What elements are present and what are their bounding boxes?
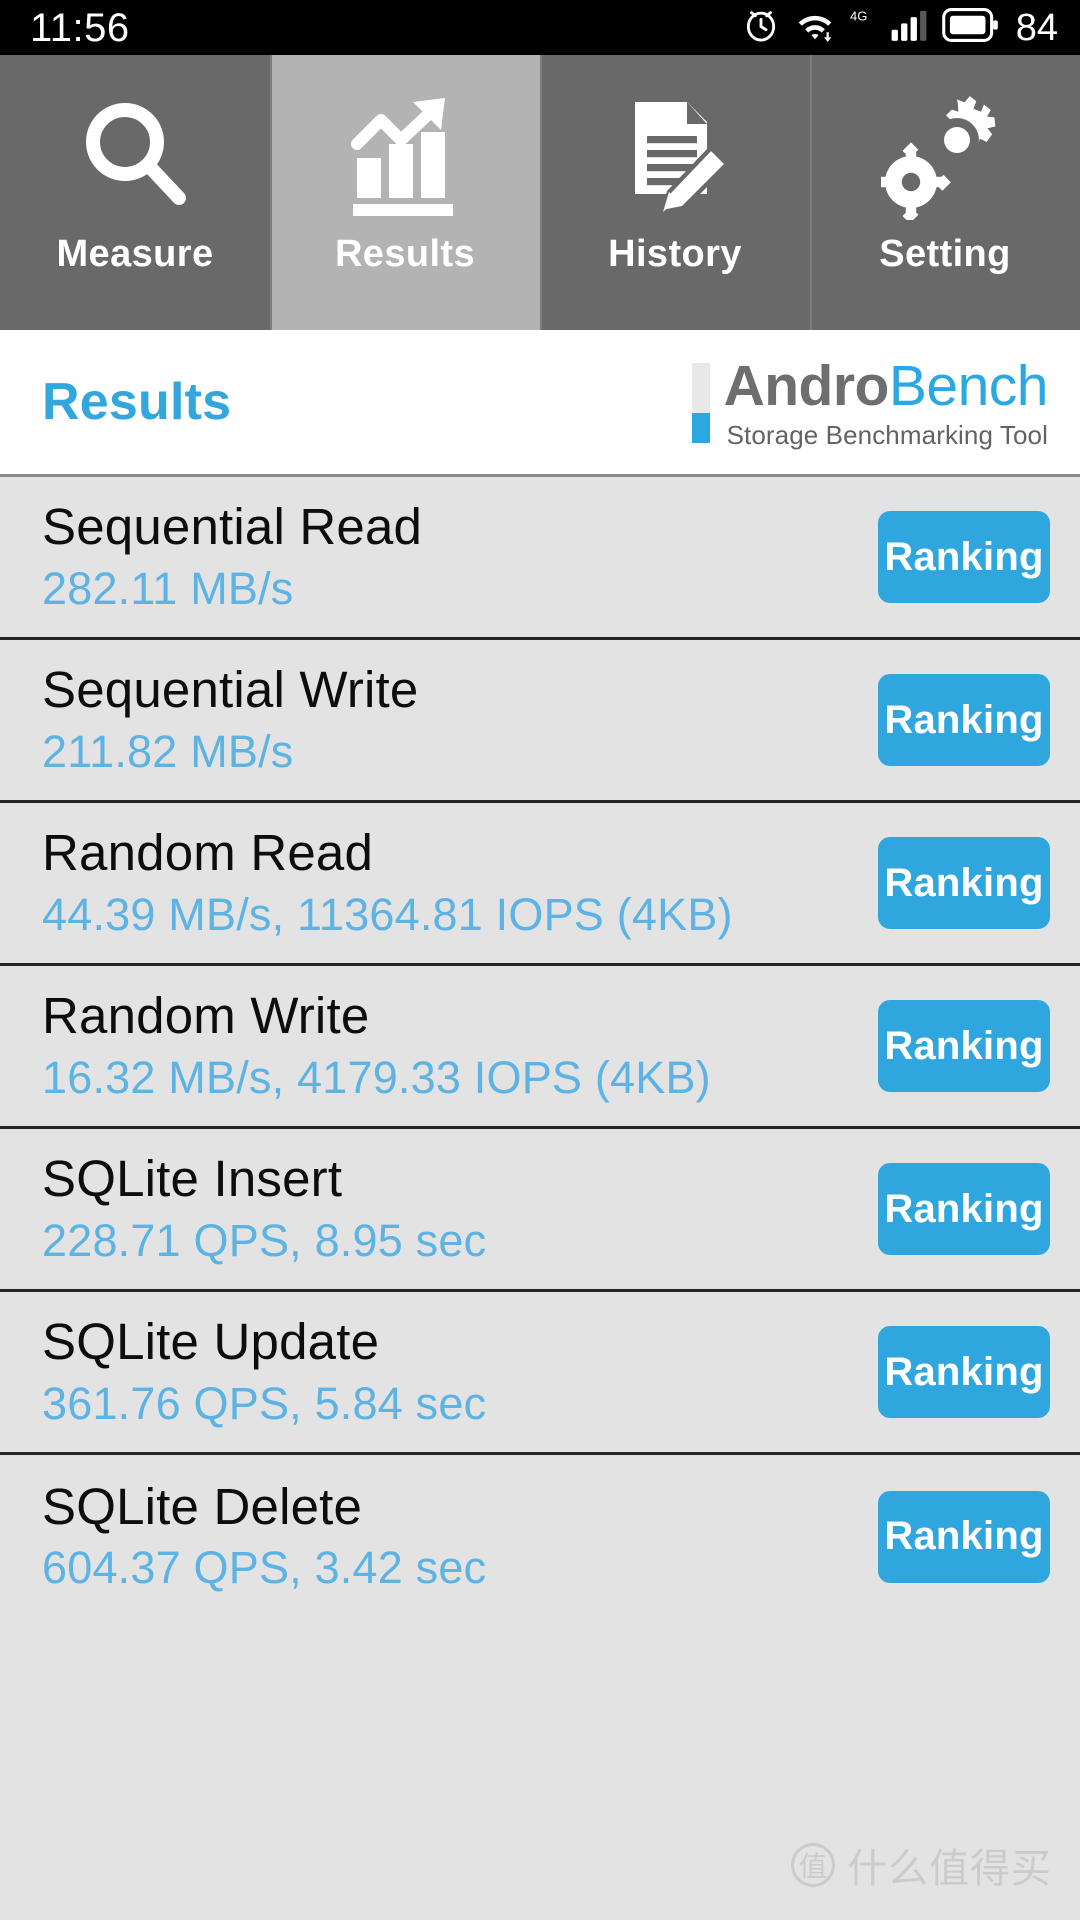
table-row[interactable]: Sequential Read 282.11 MB/s Ranking [0, 477, 1080, 640]
page-header: Results AndroBench Storage Benchmarking … [0, 330, 1080, 477]
app-root: 11:56 4G 84 Measure Results History Sett… [0, 0, 1080, 1920]
bar-chart-growth-icon [341, 81, 469, 231]
ranking-button[interactable]: Ranking [878, 1326, 1050, 1418]
watermark-badge-icon: 值 [791, 1843, 835, 1887]
ranking-button[interactable]: Ranking [878, 674, 1050, 766]
table-row[interactable]: Random Read 44.39 MB/s, 11364.81 IOPS (4… [0, 803, 1080, 966]
benchmark-name: SQLite Update [42, 1313, 380, 1371]
ranking-button[interactable]: Ranking [878, 1163, 1050, 1255]
table-row[interactable]: SQLite Delete 604.37 QPS, 3.42 sec Ranki… [0, 1455, 1080, 1618]
benchmark-value: 604.37 QPS, 3.42 sec [42, 1542, 487, 1594]
benchmark-value: 16.32 MB/s, 4179.33 IOPS (4KB) [42, 1051, 711, 1103]
logo-primary: Andro [723, 353, 890, 418]
tab-setting-label: Setting [879, 233, 1011, 275]
page-title: Results [42, 373, 232, 431]
tab-results-label: Results [334, 233, 476, 275]
magnifier-icon [71, 81, 199, 231]
results-list: Sequential Read 282.11 MB/s Ranking Sequ… [0, 477, 1080, 1618]
alarm-icon [742, 6, 780, 49]
logo-tagline: Storage Benchmarking Tool [726, 420, 1048, 451]
table-row[interactable]: SQLite Update 361.76 QPS, 5.84 sec Ranki… [0, 1292, 1080, 1455]
battery-icon [941, 8, 998, 47]
tab-history[interactable]: History [540, 55, 810, 330]
battery-level-label: 84 [1015, 6, 1058, 49]
benchmark-name: SQLite Delete [42, 1477, 363, 1535]
tab-history-label: History [608, 233, 742, 275]
status-clock: 11:56 [30, 5, 130, 50]
benchmark-name: SQLite Insert [42, 1150, 343, 1208]
benchmark-name: Sequential Write [42, 661, 419, 719]
table-row[interactable]: Sequential Write 211.82 MB/s Ranking [0, 640, 1080, 803]
network-4g-icon: 4G [850, 6, 876, 49]
benchmark-value: 361.76 QPS, 5.84 sec [42, 1377, 487, 1429]
main-tab-bar: Measure Results History Setting [0, 55, 1080, 330]
benchmark-name: Random Read [42, 824, 374, 882]
wifi-icon [794, 6, 836, 49]
ranking-button[interactable]: Ranking [878, 837, 1050, 929]
logo-secondary: Bench [888, 353, 1049, 418]
benchmark-name: Random Write [42, 987, 370, 1045]
ranking-button[interactable]: Ranking [878, 511, 1050, 603]
svg-text:4G: 4G [850, 9, 867, 24]
tab-measure-label: Measure [56, 233, 214, 275]
gears-icon [881, 81, 1009, 231]
signal-bars-icon [890, 6, 928, 49]
tab-measure[interactable]: Measure [0, 55, 270, 330]
tab-setting[interactable]: Setting [810, 55, 1080, 330]
benchmark-value: 44.39 MB/s, 11364.81 IOPS (4KB) [42, 888, 733, 940]
benchmark-value: 282.11 MB/s [42, 562, 294, 614]
androbench-logo: AndroBench Storage Benchmarking Tool [691, 353, 1049, 452]
benchmark-value: 211.82 MB/s [42, 725, 294, 777]
status-icons: 4G 84 [742, 6, 1058, 49]
watermark: 值 什么值得买 [791, 1836, 1052, 1894]
status-bar: 11:56 4G 84 [0, 0, 1080, 55]
ranking-button[interactable]: Ranking [878, 1000, 1050, 1092]
ranking-button[interactable]: Ranking [878, 1490, 1050, 1583]
benchmark-value: 228.71 QPS, 8.95 sec [42, 1214, 487, 1266]
logo-bar-icon [691, 362, 710, 443]
tab-results[interactable]: Results [270, 55, 540, 330]
document-pencil-icon [611, 81, 739, 231]
benchmark-name: Sequential Read [42, 498, 423, 556]
table-row[interactable]: Random Write 16.32 MB/s, 4179.33 IOPS (4… [0, 966, 1080, 1129]
watermark-text: 什么值得买 [847, 1846, 1052, 1892]
table-row[interactable]: SQLite Insert 228.71 QPS, 8.95 sec Ranki… [0, 1129, 1080, 1292]
